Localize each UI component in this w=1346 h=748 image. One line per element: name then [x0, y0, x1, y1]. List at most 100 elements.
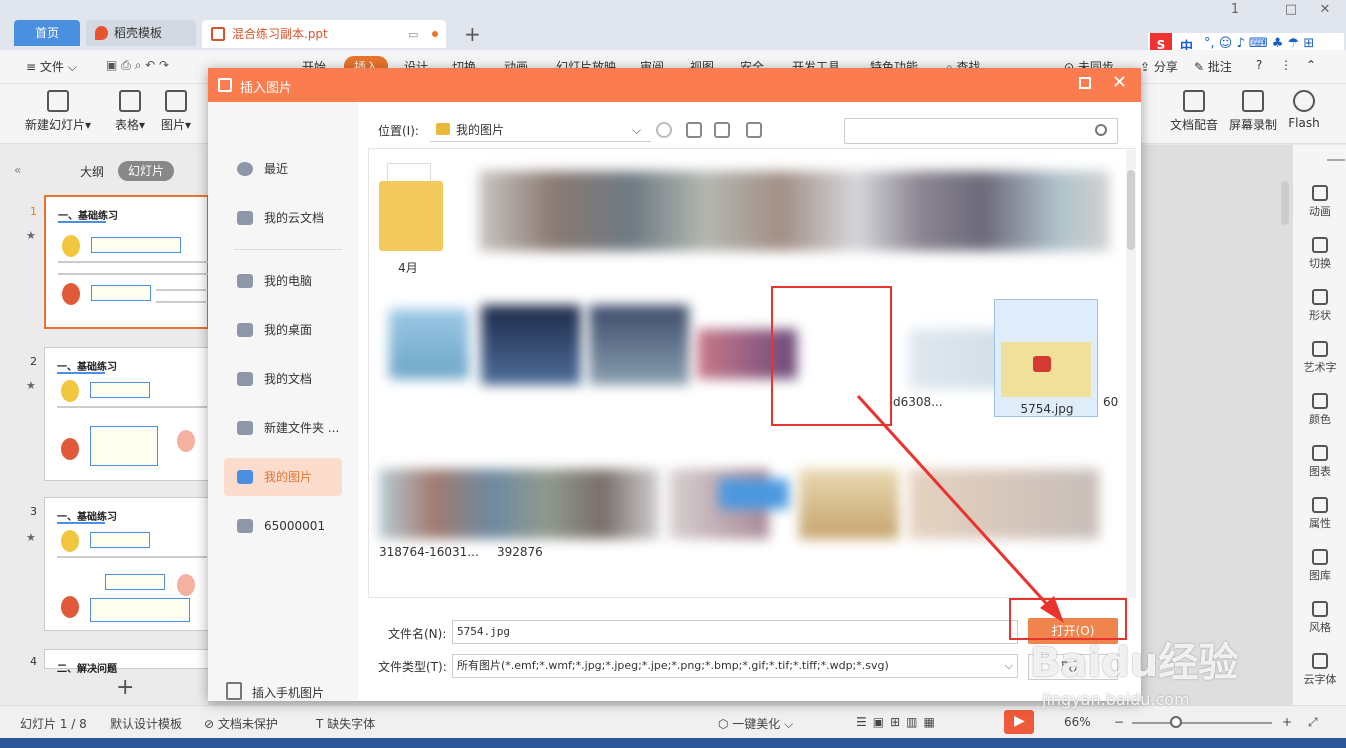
- maximize-icon[interactable]: [1079, 77, 1091, 89]
- slide-number: 3: [30, 505, 37, 518]
- selected-file-item[interactable]: 5754.jpg: [994, 299, 1098, 417]
- zoom-slider[interactable]: [1132, 722, 1272, 724]
- ppt-icon: [211, 27, 225, 41]
- nav-new-folder[interactable]: 新建文件夹 ...: [224, 409, 342, 447]
- nav-desktop[interactable]: 我的桌面: [224, 311, 342, 349]
- slide-thumb-4[interactable]: 二、解决问题: [44, 649, 209, 675]
- file-menu[interactable]: ≡ 文件 ⌵: [26, 58, 77, 75]
- location-combo[interactable]: 我的图片 ⌵: [430, 118, 651, 142]
- close-icon[interactable]: ✕: [1112, 72, 1127, 93]
- file-label: d6308...: [893, 395, 943, 409]
- beautify-button[interactable]: ⬡ 一键美化 ⌵: [718, 715, 793, 732]
- ime-tools-icon[interactable]: °, ☺ ♪ ⌨ ♣ ☂ ⊞: [1204, 36, 1314, 51]
- slide-number: 4: [30, 655, 37, 668]
- share-button[interactable]: ⇪ 分享: [1140, 58, 1178, 75]
- baidu-logo: Baidu经验: [1030, 640, 1239, 686]
- nav-my-pictures[interactable]: 我的图片: [224, 458, 342, 496]
- table-button[interactable]: 表格▾: [110, 90, 150, 133]
- pane-color[interactable]: 颜色: [1293, 393, 1346, 427]
- collapse-panel-icon[interactable]: «: [14, 163, 21, 177]
- chevron-down-icon: ⌵: [1004, 659, 1013, 672]
- gallery-icon: [1312, 549, 1328, 565]
- highlight-box: [771, 286, 892, 426]
- watermark: Baidu经验 jingyan.baidu.com: [1030, 630, 1330, 720]
- protect-status[interactable]: ⊘ 文档未保护: [204, 715, 278, 732]
- nav-documents[interactable]: 我的文档: [224, 360, 342, 398]
- up-folder-icon[interactable]: [686, 122, 702, 138]
- divider: [234, 249, 342, 250]
- window-count-icon[interactable]: 1: [1228, 2, 1242, 17]
- collapse-ribbon-icon[interactable]: ⌃: [1306, 58, 1316, 72]
- folder-icon: [379, 181, 443, 251]
- style-icon: [1312, 601, 1328, 617]
- insert-from-phone[interactable]: 插入手机图片: [226, 682, 324, 701]
- file-label: 318764-16031...: [379, 545, 479, 559]
- view-mode-icon[interactable]: [746, 122, 762, 138]
- more-icon[interactable]: ⋮: [1280, 58, 1292, 72]
- quick-access-icons[interactable]: ▣ ⎙ ⌕ ↶ ↷: [106, 58, 169, 73]
- close-window-icon[interactable]: ✕: [1318, 2, 1332, 17]
- pane-transition[interactable]: 切换: [1293, 237, 1346, 271]
- new-slide-icon: [47, 90, 69, 112]
- cube-icon: [237, 211, 253, 225]
- star-icon: ★: [26, 229, 36, 242]
- doc-dubbing-button[interactable]: 文档配音: [1168, 90, 1220, 133]
- folder-item[interactable]: 4月: [379, 161, 443, 275]
- tab-document[interactable]: 混合练习副本.ppt ▭: [202, 20, 446, 48]
- nav-computer[interactable]: 我的电脑: [224, 262, 342, 300]
- table-icon: [119, 90, 141, 112]
- slide-number: 2: [30, 355, 37, 368]
- back-icon[interactable]: [656, 122, 672, 138]
- search-input[interactable]: [844, 118, 1118, 144]
- nav-recent[interactable]: 最近: [224, 150, 342, 188]
- pane-property[interactable]: 属性: [1293, 497, 1346, 531]
- wps-logo-icon: [218, 78, 232, 92]
- slide-count: 幻灯片 1 / 8: [20, 717, 87, 731]
- tab-slides[interactable]: 幻灯片: [118, 161, 174, 181]
- tab-outline[interactable]: 大纲: [80, 163, 104, 180]
- folder-icon: [237, 519, 253, 533]
- restore-icon[interactable]: □: [1284, 2, 1298, 17]
- slide-thumb-2[interactable]: 一、基础练习: [44, 347, 209, 481]
- missing-font[interactable]: T 缺失字体: [316, 715, 375, 732]
- filetype-select[interactable]: 所有图片(*.emf;*.wmf;*.jpg;*.jpeg;*.jpe;*.pn…: [452, 654, 1018, 678]
- add-slide-button[interactable]: +: [116, 675, 134, 700]
- slide-thumb-1[interactable]: 一、基础练习: [44, 195, 209, 329]
- folder-icon: [237, 421, 253, 435]
- comment-button[interactable]: ✎ 批注: [1194, 58, 1232, 75]
- new-folder-icon[interactable]: [714, 122, 730, 138]
- nav-cloud[interactable]: 我的云文档: [224, 199, 342, 237]
- property-icon: [1312, 497, 1328, 513]
- design-template[interactable]: 默认设计模板: [110, 715, 182, 732]
- editor-scrollbar[interactable]: [1281, 181, 1289, 225]
- chart-icon: [1312, 445, 1328, 461]
- pane-shape[interactable]: 形状: [1293, 289, 1346, 323]
- tab-template[interactable]: 稻壳模板: [86, 20, 196, 46]
- screen-record-button[interactable]: 屏幕录制: [1226, 90, 1280, 133]
- pane-gallery[interactable]: 图库: [1293, 549, 1346, 583]
- flash-button[interactable]: Flash: [1286, 90, 1322, 130]
- pane-chart[interactable]: 图表: [1293, 445, 1346, 479]
- pane-wordart[interactable]: 艺术字: [1293, 341, 1346, 375]
- filename-input[interactable]: 5754.jpg: [452, 620, 1018, 644]
- monitor-icon[interactable]: ▭: [408, 21, 418, 49]
- character-icon: [177, 574, 195, 596]
- view-mode-icons[interactable]: ☰▣⊞▥▦: [856, 715, 941, 729]
- docer-icon: [95, 26, 108, 40]
- pane-animation[interactable]: 动画: [1293, 185, 1346, 219]
- help-icon[interactable]: ?: [1256, 58, 1262, 72]
- new-tab-button[interactable]: +: [464, 22, 481, 46]
- tab-home[interactable]: 首页: [14, 20, 80, 46]
- slide-number: 1: [30, 205, 37, 218]
- shape-icon: [1312, 289, 1328, 305]
- nav-65000001[interactable]: 65000001: [224, 507, 342, 545]
- scroll-thumb[interactable]: [1127, 170, 1135, 250]
- picture-button[interactable]: 图片▾: [156, 90, 196, 133]
- new-slide-button[interactable]: 新建幻灯片▾: [22, 90, 94, 133]
- picture-icon: [165, 90, 187, 112]
- character-icon: [62, 235, 80, 257]
- file-list-scrollbar[interactable]: [1126, 150, 1136, 598]
- dialog-titlebar: 插入图片 ✕: [208, 68, 1141, 102]
- file-list: 4月 d6308... 60 318764-16031... 392876 57…: [368, 148, 1136, 598]
- slide-thumb-3[interactable]: 一、基础练习: [44, 497, 209, 631]
